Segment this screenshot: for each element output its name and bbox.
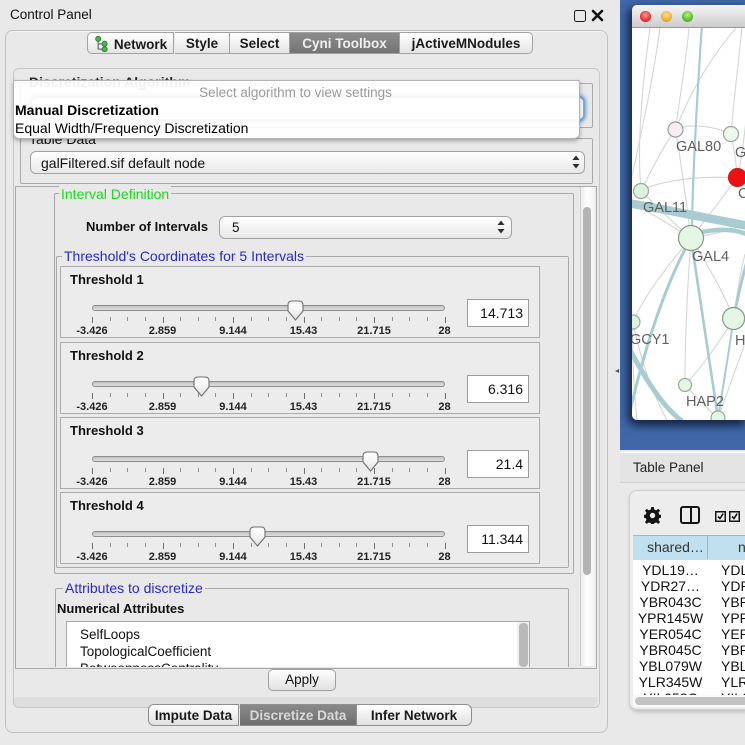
- svg-text:G…: G…: [735, 145, 745, 161]
- svg-text:GCY1: GCY1: [632, 332, 670, 348]
- svg-text:HAP2: HAP2: [686, 394, 724, 410]
- svg-text:GAL80: GAL80: [676, 139, 721, 155]
- svg-text:GAL11: GAL11: [643, 200, 687, 216]
- svg-text:H: H: [735, 333, 745, 349]
- svg-text:C…: C…: [738, 186, 745, 202]
- svg-text:GAL4: GAL4: [692, 249, 729, 265]
